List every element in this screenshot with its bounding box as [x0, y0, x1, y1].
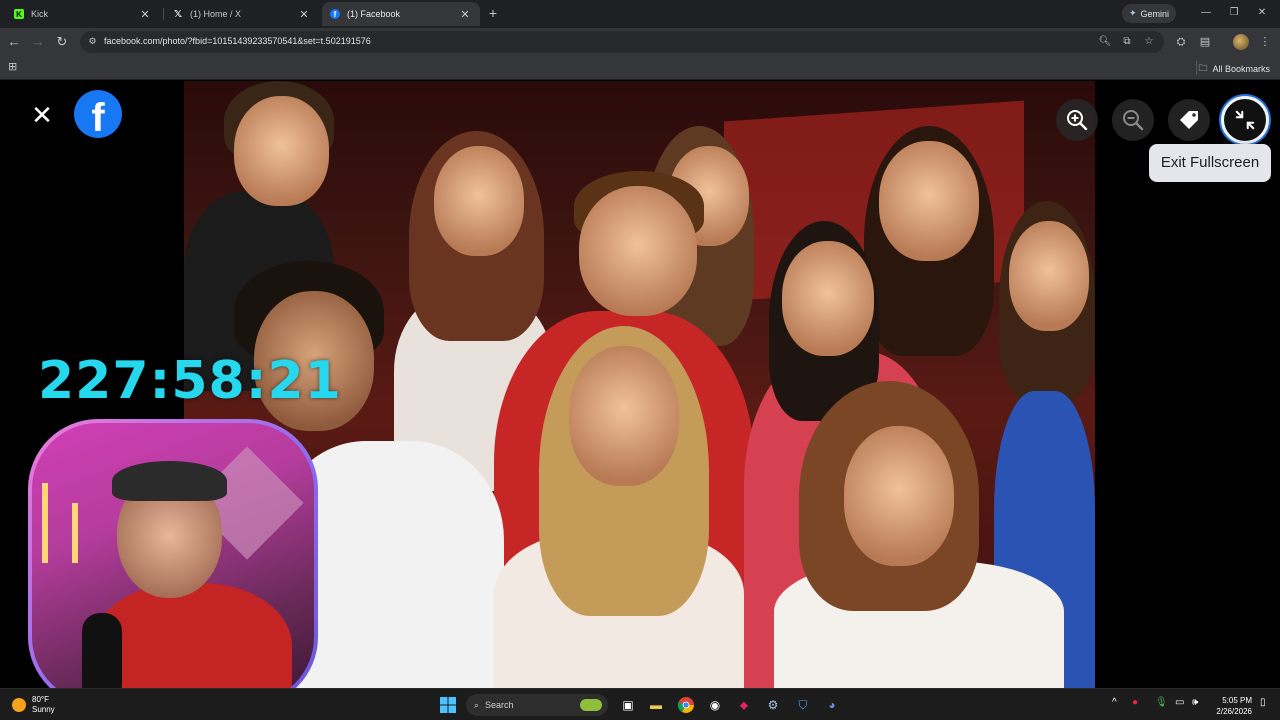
close-window-icon[interactable]: ✕	[1250, 4, 1274, 22]
tab-title: Kick	[31, 9, 49, 19]
apps-grid-icon[interactable]: ⊞	[8, 61, 20, 73]
volume-icon[interactable]: 🕪︎	[1192, 697, 1198, 708]
zoom-in-icon	[1067, 110, 1088, 131]
photo-figure	[579, 186, 697, 316]
weather-condition: Sunny	[32, 705, 55, 714]
bookmarks-divider	[1196, 61, 1197, 75]
bookmark-star-icon[interactable]: ☆	[1142, 35, 1156, 49]
tab-strip: K Kick ✕ 𝕏 (1) Home / X ✕ f (1) Facebook…	[0, 0, 1280, 28]
notifications-icon[interactable]: ▯	[1260, 697, 1266, 708]
windows-taskbar: 80°F Sunny ⌕ Search ▣ ▬ ◉ ⬥ ⚙ ⛉ ◕ ^ ● 🎙︎…	[0, 688, 1280, 720]
streamer-body	[92, 583, 292, 688]
tab-x[interactable]: 𝕏 (1) Home / X ✕	[165, 2, 319, 26]
photo-figure	[1009, 221, 1089, 331]
clock-date: 2/26/2026	[1216, 707, 1252, 716]
obs-icon[interactable]: ◉	[705, 695, 725, 715]
start-icon[interactable]	[438, 695, 458, 715]
tab-divider	[163, 8, 164, 20]
exit-fullscreen-button[interactable]	[1221, 96, 1269, 144]
photo-viewer: ✕ f Exit Fullscreen 227:58:21	[0, 81, 1280, 688]
minimize-icon[interactable]: —	[1194, 4, 1218, 22]
tray-app-icon[interactable]: ●	[1132, 697, 1138, 708]
photo-figure	[782, 241, 874, 356]
temperature: 80°F	[32, 695, 49, 704]
side-panel-icon[interactable]: ▤	[1196, 33, 1214, 51]
forward-icon[interactable]: →	[29, 33, 47, 51]
zoom-out-icon	[1123, 110, 1144, 131]
tag-button[interactable]	[1168, 99, 1210, 141]
tab-title: (1) Facebook	[347, 9, 401, 19]
clock-time: 5:05 PM	[1222, 696, 1252, 705]
sun-icon	[12, 698, 26, 712]
close-viewer-button[interactable]: ✕	[28, 101, 56, 129]
shield-app-icon[interactable]: ⛉	[793, 695, 813, 715]
reload-icon[interactable]: ↻	[53, 33, 71, 51]
exit-fullscreen-tooltip: Exit Fullscreen	[1149, 144, 1271, 182]
discord-icon[interactable]: ◕	[822, 695, 842, 715]
kick-icon: K	[14, 9, 24, 19]
search-icon: ⌕	[474, 699, 480, 710]
webcam-frame	[28, 419, 318, 688]
x-icon: 𝕏	[173, 8, 183, 20]
stream-timer: 227:58:21	[38, 351, 342, 411]
all-bookmarks-button[interactable]: 🗀 All Bookmarks	[1198, 61, 1270, 77]
exit-fullscreen-icon	[1235, 110, 1255, 130]
install-app-icon[interactable]: ⧉	[1120, 35, 1134, 49]
menu-icon[interactable]: ⋮	[1256, 33, 1274, 51]
taskbar-search[interactable]: ⌕ Search	[466, 694, 608, 716]
site-info-icon[interactable]: ⚙	[87, 36, 98, 47]
show-hidden-icons[interactable]: ^	[1112, 697, 1117, 708]
browser-toolbar: ← → ↻ ⚙ facebook.com/photo/?fbid=1015143…	[0, 28, 1280, 56]
lamp	[42, 483, 48, 563]
new-tab-button[interactable]: +	[484, 4, 502, 22]
microphone-icon[interactable]: 🎙︎	[1155, 697, 1168, 708]
close-tab-icon[interactable]: ✕	[138, 8, 152, 21]
task-view-icon[interactable]: ▣	[618, 695, 638, 715]
system-clock[interactable]: 5:05 PM 2/26/2026	[1210, 695, 1252, 717]
search-label: Search	[485, 700, 514, 710]
tab-kick[interactable]: K Kick ✕	[6, 2, 160, 26]
photo-figure	[434, 146, 524, 256]
url-text: facebook.com/photo/?fbid=101514392335705…	[104, 36, 371, 46]
chrome-icon[interactable]	[676, 695, 696, 715]
tab-title: (1) Home / X	[190, 9, 242, 19]
photo-figure	[234, 96, 329, 206]
network-icon[interactable]: ▭	[1175, 697, 1184, 708]
weather-widget[interactable]: 80°F Sunny	[12, 695, 55, 715]
back-icon[interactable]: ←	[5, 33, 23, 51]
zoom-icon[interactable]: 🔍︎	[1098, 35, 1112, 49]
facebook-icon: f	[330, 9, 340, 19]
facebook-logo[interactable]: f	[74, 90, 122, 140]
photo-figure	[569, 346, 679, 486]
folder-icon: 🗀	[1198, 63, 1208, 73]
all-bookmarks-label: All Bookmarks	[1212, 64, 1270, 74]
streamer-cap	[112, 461, 227, 501]
close-tab-icon[interactable]: ✕	[297, 8, 311, 21]
map-pin-icon[interactable]: ⬥	[734, 695, 754, 715]
bookmarks-bar: ⊞ 🗀 All Bookmarks	[0, 56, 1280, 80]
gemini-button[interactable]: ✦ Gemini	[1122, 4, 1176, 23]
gemini-label: Gemini	[1140, 8, 1170, 19]
profile-avatar[interactable]	[1233, 34, 1249, 50]
webcam-feed	[32, 423, 314, 688]
steam-icon[interactable]: ⚙	[763, 695, 783, 715]
extensions-icon[interactable]: ⛭	[1172, 33, 1190, 51]
address-bar[interactable]: ⚙ facebook.com/photo/?fbid=1015143923357…	[80, 31, 1164, 53]
close-tab-icon[interactable]: ✕	[458, 8, 472, 21]
photo-figure	[844, 426, 954, 566]
tab-facebook[interactable]: f (1) Facebook ✕	[322, 2, 480, 26]
gemini-icon: ✦	[1128, 8, 1137, 18]
microphone	[82, 613, 122, 688]
restore-icon[interactable]: ❐	[1222, 4, 1246, 22]
search-highlight-icon	[580, 699, 602, 711]
zoom-out-button[interactable]	[1112, 99, 1154, 141]
tag-icon	[1180, 111, 1198, 129]
photo-figure	[879, 141, 979, 261]
zoom-in-button[interactable]	[1056, 99, 1098, 141]
lamp	[72, 503, 78, 563]
file-explorer-icon[interactable]: ▬	[646, 695, 666, 715]
